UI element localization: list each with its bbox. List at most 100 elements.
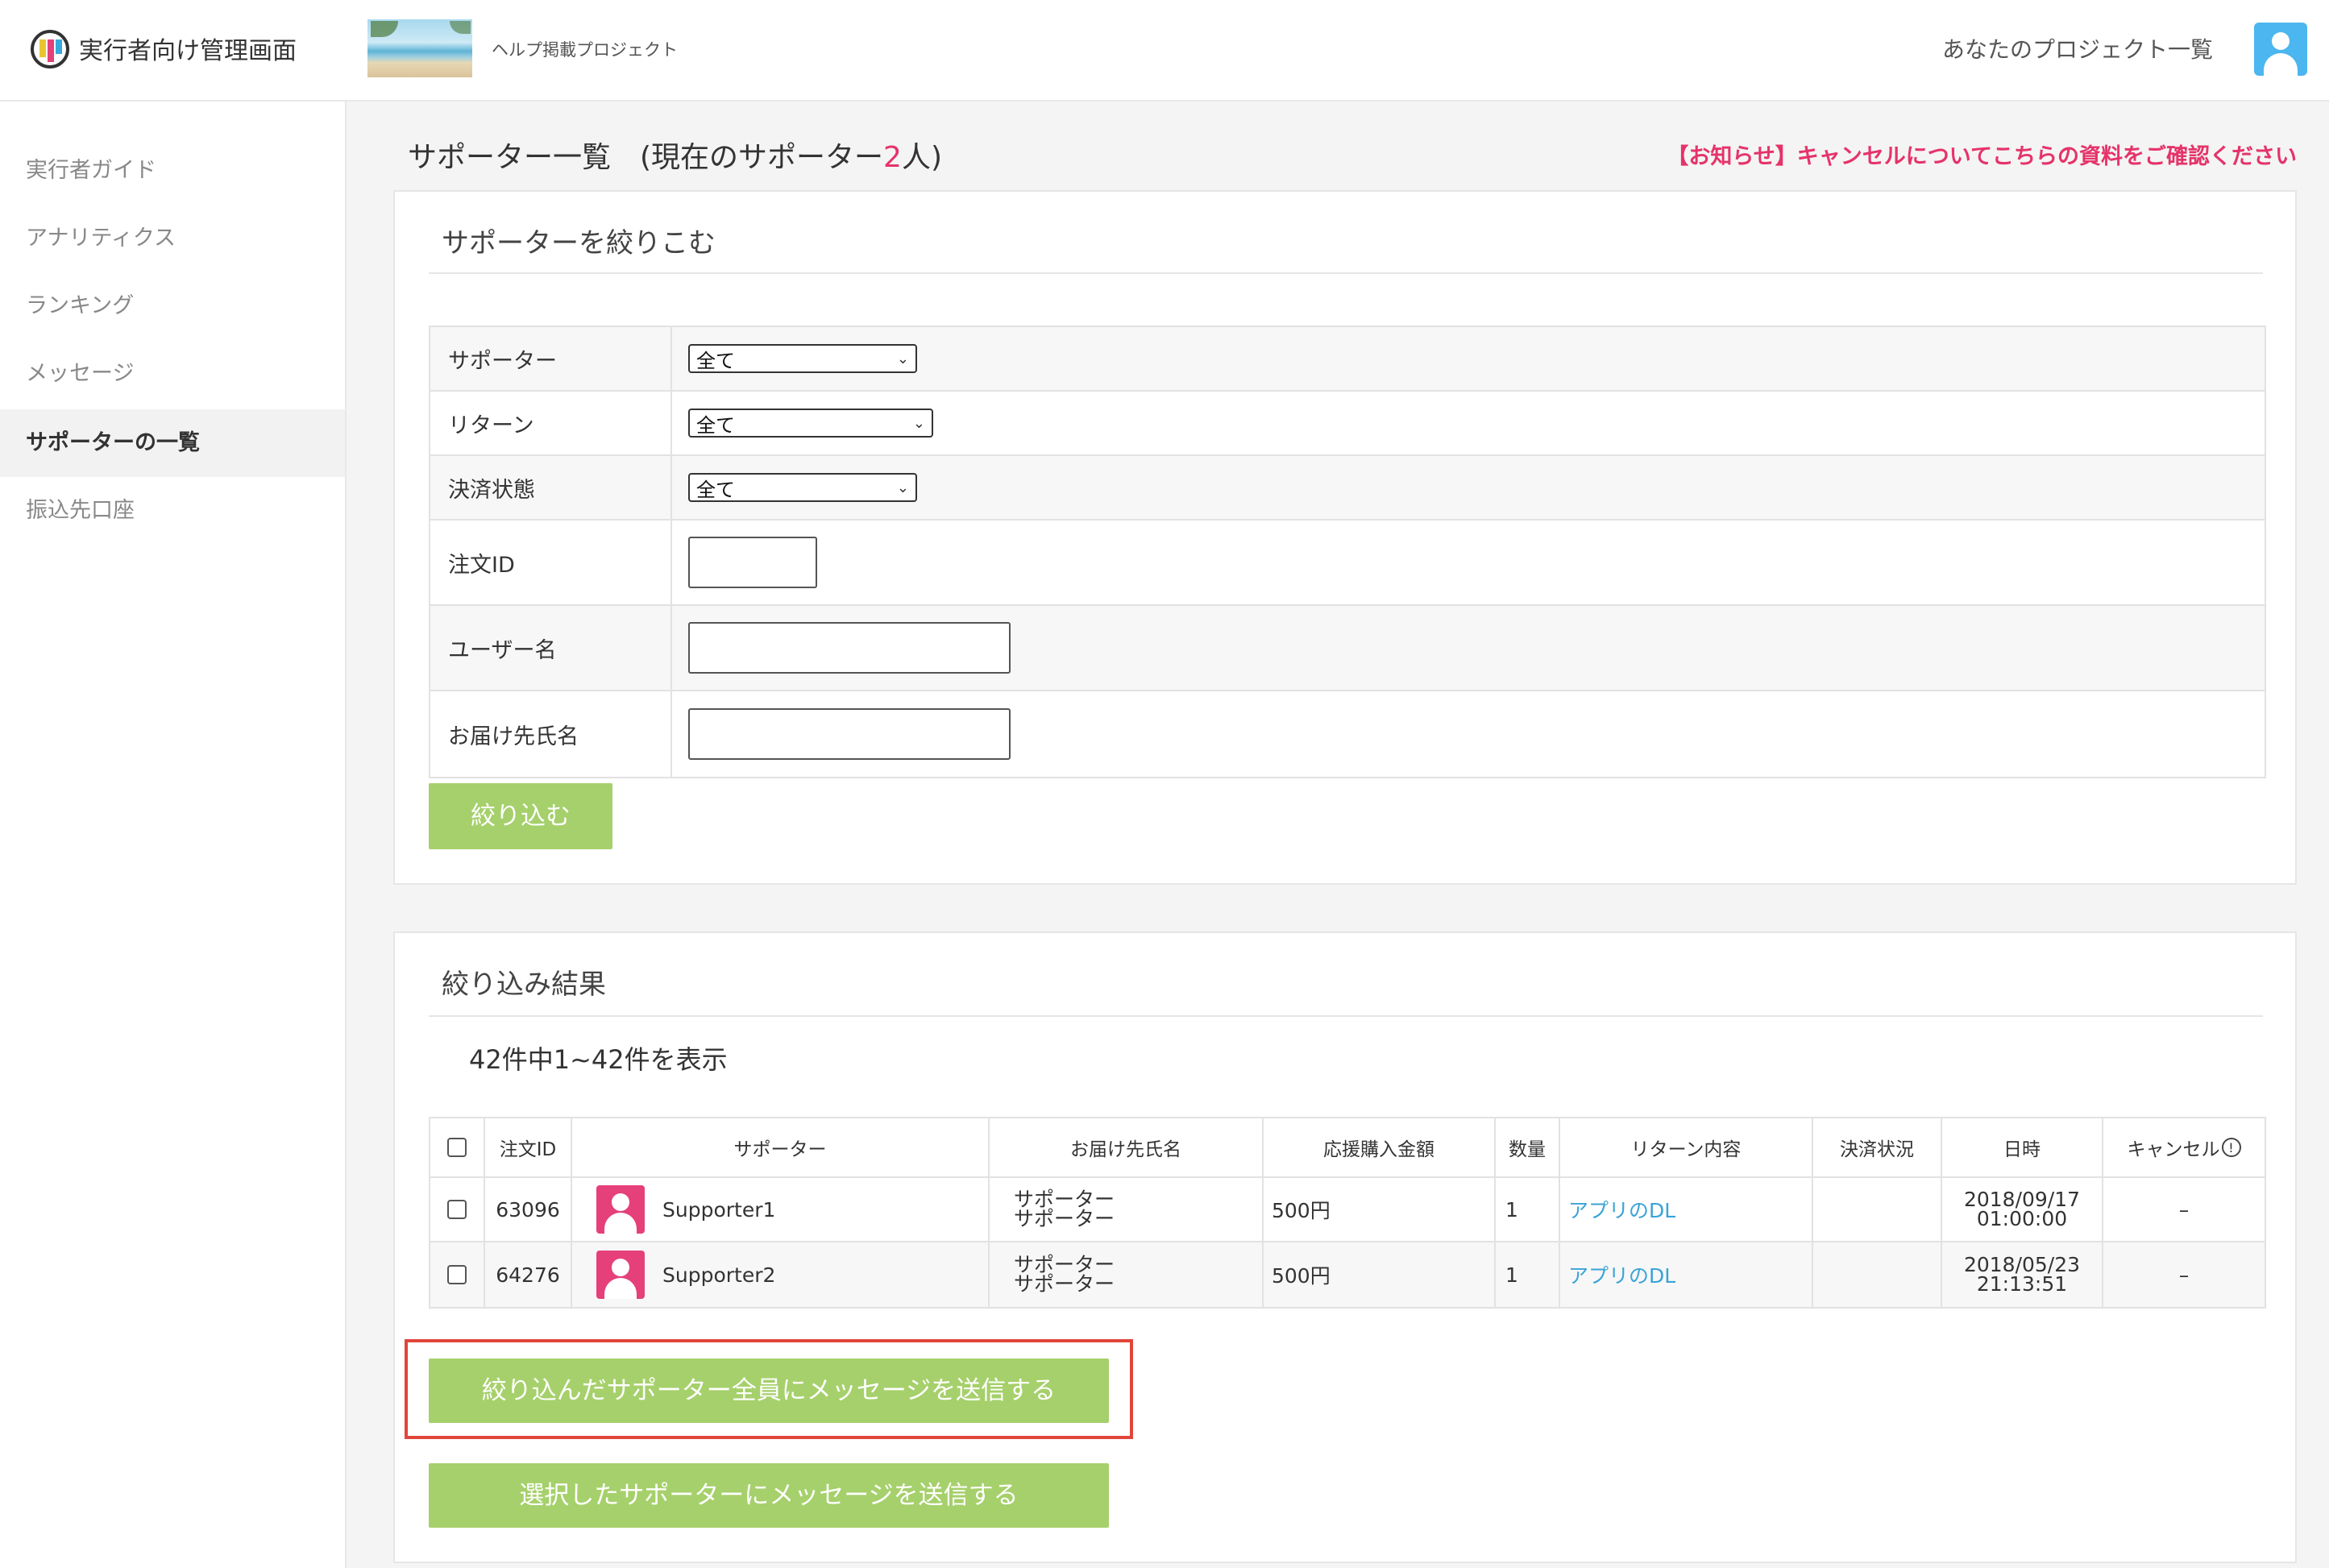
recipient-line: サポーター (1014, 1272, 1115, 1296)
user-avatar-icon[interactable] (2254, 23, 2307, 76)
payment-status-cell (1813, 1178, 1942, 1241)
app-logo-icon[interactable] (31, 30, 69, 68)
return-cell: アプリのDL (1560, 1242, 1813, 1307)
filter-form: サポーター 全て ⌄ リターン 全て ⌄ 決済状態 全て ⌄ 注文ID ユーザー… (429, 326, 2266, 778)
filter-row-order-id: 注文ID (430, 521, 2265, 606)
col-order-id[interactable]: 注文ID (485, 1118, 572, 1176)
chevron-down-icon: ⌄ (896, 479, 909, 496)
date-cell: 2018/05/23 21:13:51 (1942, 1242, 2103, 1307)
cancel-notice-link[interactable]: 【お知らせ】キャンセルについてこちらの資料をご確認ください (1667, 139, 2297, 170)
supporter-avatar-icon[interactable] (596, 1251, 645, 1299)
chevron-down-icon: ⌄ (896, 350, 909, 367)
filter-row-supporter: サポーター 全て ⌄ (430, 327, 2265, 392)
filter-label-order-id: 注文ID (430, 521, 672, 604)
divider (429, 1015, 2263, 1017)
your-projects-link[interactable]: あなたのプロジェクト一覧 (1942, 32, 2213, 64)
cancel-cell: – (2178, 1263, 2190, 1287)
filter-label-return: リターン (430, 392, 672, 454)
col-recipient[interactable]: お届け先氏名 (990, 1118, 1264, 1176)
sidebar: 実行者ガイド アナリティクス ランキング メッセージ サポーターの一覧 振込先口… (0, 102, 347, 1568)
page-title-prefix: サポーター一覧 (現在のサポーター (408, 141, 884, 174)
top-header: 実行者向け管理画面 ヘルプ掲載プロジェクト あなたのプロジェクト一覧 (0, 0, 2329, 102)
app-title[interactable]: 実行者向け管理画面 (79, 31, 297, 66)
filter-row-return: リターン 全て ⌄ (430, 392, 2265, 456)
supporter-cell: Supporter2 (572, 1242, 990, 1307)
supporter-name[interactable]: Supporter2 (662, 1263, 775, 1287)
sidebar-item-messages[interactable]: メッセージ (0, 340, 345, 408)
row-select-cell (430, 1178, 485, 1241)
return-link[interactable]: アプリのDL (1568, 1195, 1675, 1224)
recipient-cell: サポーター サポーター (990, 1242, 1264, 1307)
order-id-cell: 63096 (485, 1178, 572, 1241)
filter-panel-title: サポーターを絞りこむ (442, 227, 716, 259)
project-thumbnail[interactable] (367, 19, 472, 77)
filter-label-username: ユーザー名 (430, 606, 672, 690)
time-text: 01:00:00 (1976, 1207, 2068, 1230)
sidebar-item-analytics[interactable]: アナリティクス (0, 205, 345, 272)
filter-row-recipient: お届け先氏名 (430, 691, 2265, 777)
order-id-cell: 64276 (485, 1242, 572, 1307)
filter-label-payment: 決済状態 (430, 456, 672, 519)
recipient-name-input[interactable] (688, 708, 1011, 760)
amount-cell: 500円 (1264, 1178, 1496, 1241)
divider (429, 272, 2263, 274)
col-amount[interactable]: 応援購入金額 (1264, 1118, 1496, 1176)
username-input[interactable] (688, 622, 1011, 674)
col-cancel-label: キャンセル (2127, 1139, 2220, 1160)
results-panel: 絞り込み結果 42件中1~42件を表示 注文ID サポーター お届け先氏名 応援… (393, 931, 2297, 1563)
cancel-cell: – (2178, 1197, 2190, 1222)
supporter-count: 2 (883, 141, 902, 174)
sidebar-item-ranking[interactable]: ランキング (0, 272, 345, 340)
row-checkbox[interactable] (447, 1200, 467, 1219)
filter-row-username: ユーザー名 (430, 606, 2265, 691)
col-quantity[interactable]: 数量 (1496, 1118, 1560, 1176)
filter-label-recipient: お届け先氏名 (430, 691, 672, 777)
filter-panel: サポーターを絞りこむ サポーター 全て ⌄ リターン 全て ⌄ 決済状態 全て … (393, 190, 2297, 885)
date-cell: 2018/09/17 01:00:00 (1942, 1178, 2103, 1241)
return-cell: アプリのDL (1560, 1178, 1813, 1241)
return-link[interactable]: アプリのDL (1568, 1260, 1675, 1289)
supporter-select-value: 全て (696, 349, 735, 372)
send-message-selected-button[interactable]: 選択したサポーターにメッセージを送信する (429, 1463, 1109, 1528)
filter-row-payment: 決済状態 全て ⌄ (430, 456, 2265, 521)
page-title: サポーター一覧 (現在のサポーター2人) (408, 134, 942, 176)
project-name[interactable]: ヘルプ掲載プロジェクト (492, 37, 678, 61)
send-message-all-button[interactable]: 絞り込んだサポーター全員にメッセージを送信する (429, 1359, 1109, 1423)
payment-status-cell (1813, 1242, 1942, 1307)
col-payment-status[interactable]: 決済状況 (1813, 1118, 1942, 1176)
return-select-value: 全て (696, 413, 735, 437)
payment-select-value: 全て (696, 478, 735, 501)
quantity-cell: 1 (1496, 1178, 1560, 1241)
select-all-checkbox[interactable] (447, 1138, 467, 1157)
sidebar-item-bank-account[interactable]: 振込先口座 (0, 477, 345, 545)
col-cancel[interactable]: キャンセル! (2103, 1118, 2265, 1176)
sidebar-item-guide[interactable]: 実行者ガイド (0, 137, 345, 205)
filter-label-supporter: サポーター (430, 327, 672, 390)
payment-status-select[interactable]: 全て ⌄ (688, 473, 917, 502)
table-header-row: 注文ID サポーター お届け先氏名 応援購入金額 数量 リターン内容 決済状況 … (430, 1118, 2265, 1178)
page-title-suffix: 人) (901, 141, 942, 174)
order-id-input[interactable] (688, 537, 817, 588)
chevron-down-icon: ⌄ (912, 414, 925, 432)
col-supporter[interactable]: サポーター (572, 1118, 990, 1176)
select-all-cell (430, 1118, 485, 1176)
supporter-cell: Supporter1 (572, 1178, 990, 1241)
recipient-line: サポーター (1014, 1207, 1115, 1230)
filter-submit-button[interactable]: 絞り込む (429, 783, 612, 849)
col-return[interactable]: リターン内容 (1560, 1118, 1813, 1176)
info-icon[interactable]: ! (2221, 1138, 2241, 1157)
return-select[interactable]: 全て ⌄ (688, 409, 933, 438)
result-count-text: 42件中1~42件を表示 (469, 1044, 728, 1075)
results-panel-title: 絞り込み結果 (442, 969, 606, 1001)
quantity-cell: 1 (1496, 1242, 1560, 1307)
time-text: 21:13:51 (1976, 1272, 2068, 1296)
sidebar-item-supporters[interactable]: サポーターの一覧 (0, 409, 345, 477)
supporter-name[interactable]: Supporter1 (662, 1198, 775, 1222)
row-checkbox[interactable] (447, 1265, 467, 1284)
recipient-cell: サポーター サポーター (990, 1178, 1264, 1241)
supporter-select[interactable]: 全て ⌄ (688, 344, 917, 373)
table-row: 63096 Supporter1 サポーター サポーター 500円 1 アプリの… (430, 1178, 2265, 1242)
supporters-table: 注文ID サポーター お届け先氏名 応援購入金額 数量 リターン内容 決済状況 … (429, 1117, 2266, 1309)
supporter-avatar-icon[interactable] (596, 1185, 645, 1234)
col-date[interactable]: 日時 (1942, 1118, 2103, 1176)
